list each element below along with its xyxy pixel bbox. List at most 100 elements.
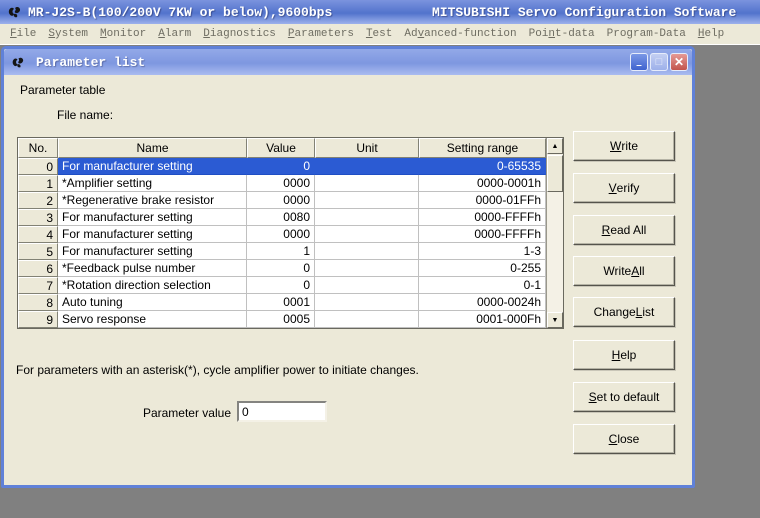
menu-test[interactable]: Test: [360, 26, 398, 43]
cell-name: Auto tuning: [58, 294, 247, 311]
write-button[interactable]: Write: [573, 131, 675, 161]
cell-name: For manufacturer setting: [58, 209, 247, 226]
maximize-glyph: □: [656, 57, 663, 68]
menu-parameters-post: arameters: [295, 28, 354, 40]
write-all-button[interactable]: Write All: [573, 256, 675, 286]
menu-help-post: elp: [704, 28, 724, 40]
close-button-key: C: [609, 432, 618, 446]
menu-diagnostics[interactable]: Diagnostics: [197, 26, 282, 43]
menu-system[interactable]: System: [42, 26, 94, 43]
write-button-post: rite: [621, 139, 638, 153]
menu-parameters-key: P: [288, 28, 295, 40]
cell-value: 0: [247, 260, 315, 277]
cell-range: 0000-01FFh: [419, 192, 546, 209]
cell-no: 6: [18, 260, 58, 277]
menu-alarm-key: A: [158, 28, 165, 40]
close-button-post: lose: [617, 432, 639, 446]
write-all-button-post: ll: [639, 264, 644, 278]
cell-name: For manufacturer setting: [58, 158, 247, 175]
menu-alarm[interactable]: Alarm: [152, 26, 197, 43]
cell-name: For manufacturer setting: [58, 243, 247, 260]
write-all-button-key: A: [631, 264, 639, 278]
cell-range: 1-3: [419, 243, 546, 260]
menu-point-data-post: t-data: [555, 28, 595, 40]
cell-unit: [315, 277, 419, 294]
cell-unit: [315, 192, 419, 209]
app-icon-glyph: [6, 4, 22, 20]
column-header-no: No.: [18, 138, 58, 158]
scroll-down-icon[interactable]: ▼: [547, 312, 563, 328]
set-to-default-button[interactable]: Set to default: [573, 382, 675, 412]
close-button[interactable]: Close: [573, 424, 675, 454]
main-titlebar: MR-J2S-B(100/200V 7KW or below),9600bps …: [0, 0, 760, 24]
minimize-icon[interactable]: –: [630, 53, 648, 71]
menu-diagnostics-key: D: [203, 28, 210, 40]
cell-name: For manufacturer setting: [58, 226, 247, 243]
menu-monitor-key: M: [100, 28, 107, 40]
read-all-button-post: ead All: [610, 223, 646, 237]
dialog-title: Parameter list: [36, 55, 145, 70]
app-icon: [5, 3, 23, 21]
set-to-default-button-post: et to default: [597, 390, 660, 404]
scrollbar-thumb[interactable]: [547, 155, 563, 192]
parameter-value-input[interactable]: [237, 401, 327, 422]
write-button-key: W: [610, 139, 621, 153]
cell-no: 9: [18, 311, 58, 328]
cell-no: 1: [18, 175, 58, 192]
cell-range: 0000-FFFFh: [419, 209, 546, 226]
verify-button-post: erify: [617, 181, 640, 195]
menu-advanced-function[interactable]: Advanced-function: [398, 26, 522, 43]
cell-no: 7: [18, 277, 58, 294]
close-glyph: ✕: [674, 56, 684, 68]
cell-no: 8: [18, 294, 58, 311]
cell-range: 0000-0001h: [419, 175, 546, 192]
menu-diagnostics-post: iagnostics: [210, 28, 276, 40]
change-list-button[interactable]: Change List: [573, 297, 675, 327]
close-icon[interactable]: ✕: [670, 53, 688, 71]
vertical-scrollbar[interactable]: ▲ ▼: [546, 138, 563, 328]
menu-point-data[interactable]: Point-data: [523, 26, 601, 43]
verify-button[interactable]: Verify: [573, 173, 675, 203]
cell-range: 0000-FFFFh: [419, 226, 546, 243]
dialog-icon: [8, 53, 26, 71]
scroll-up-icon[interactable]: ▲: [547, 138, 563, 154]
cell-no: 0: [18, 158, 58, 175]
help-button[interactable]: Help: [573, 340, 675, 370]
maximize-icon[interactable]: □: [650, 53, 668, 71]
cell-unit: [315, 260, 419, 277]
cell-unit: [315, 175, 419, 192]
cell-range: 0-255: [419, 260, 546, 277]
menu-advanced-function-post: anced-function: [424, 28, 516, 40]
menu-parameters[interactable]: Parameters: [282, 26, 360, 43]
cell-unit: [315, 158, 419, 175]
menu-program-data[interactable]: Program-Data: [601, 26, 692, 43]
application-window: MR-J2S-B(100/200V 7KW or below),9600bps …: [0, 0, 760, 518]
verify-button-key: V: [609, 181, 617, 195]
set-to-default-button-key: S: [589, 390, 597, 404]
parameter-value-label: Parameter value: [137, 406, 231, 420]
cell-name: *Rotation direction selection: [58, 277, 247, 294]
menu-file-key: F: [10, 28, 17, 40]
help-button-key: H: [612, 348, 621, 362]
workspace-background: Parameter list – □ ✕ Parameter table Fil…: [0, 45, 760, 518]
cell-value: 0005: [247, 311, 315, 328]
read-all-button[interactable]: Read All: [573, 215, 675, 245]
column-header-setting-range: Setting range: [419, 138, 546, 158]
application-name: MITSUBISHI Servo Configuration Software: [432, 5, 736, 20]
menu-help[interactable]: Help: [692, 26, 730, 43]
menu-monitor[interactable]: Monitor: [94, 26, 152, 43]
cell-value: 0000: [247, 192, 315, 209]
menu-program-data-pre: Program-Data: [607, 28, 686, 40]
cell-value: 0001: [247, 294, 315, 311]
menu-file[interactable]: File: [4, 26, 42, 43]
cell-unit: [315, 294, 419, 311]
menu-bar: FileSystemMonitorAlarmDiagnosticsParamet…: [0, 24, 760, 45]
dialog-icon-glyph: [10, 55, 25, 70]
minimize-glyph: –: [636, 61, 642, 71]
cell-no: 3: [18, 209, 58, 226]
help-button-post: elp: [620, 348, 636, 362]
cell-value: 0: [247, 277, 315, 294]
menu-test-key: T: [366, 28, 373, 40]
parameter-grid: No. Name Value Unit Setting range 0For m…: [17, 137, 564, 329]
menu-test-post: est: [373, 28, 393, 40]
